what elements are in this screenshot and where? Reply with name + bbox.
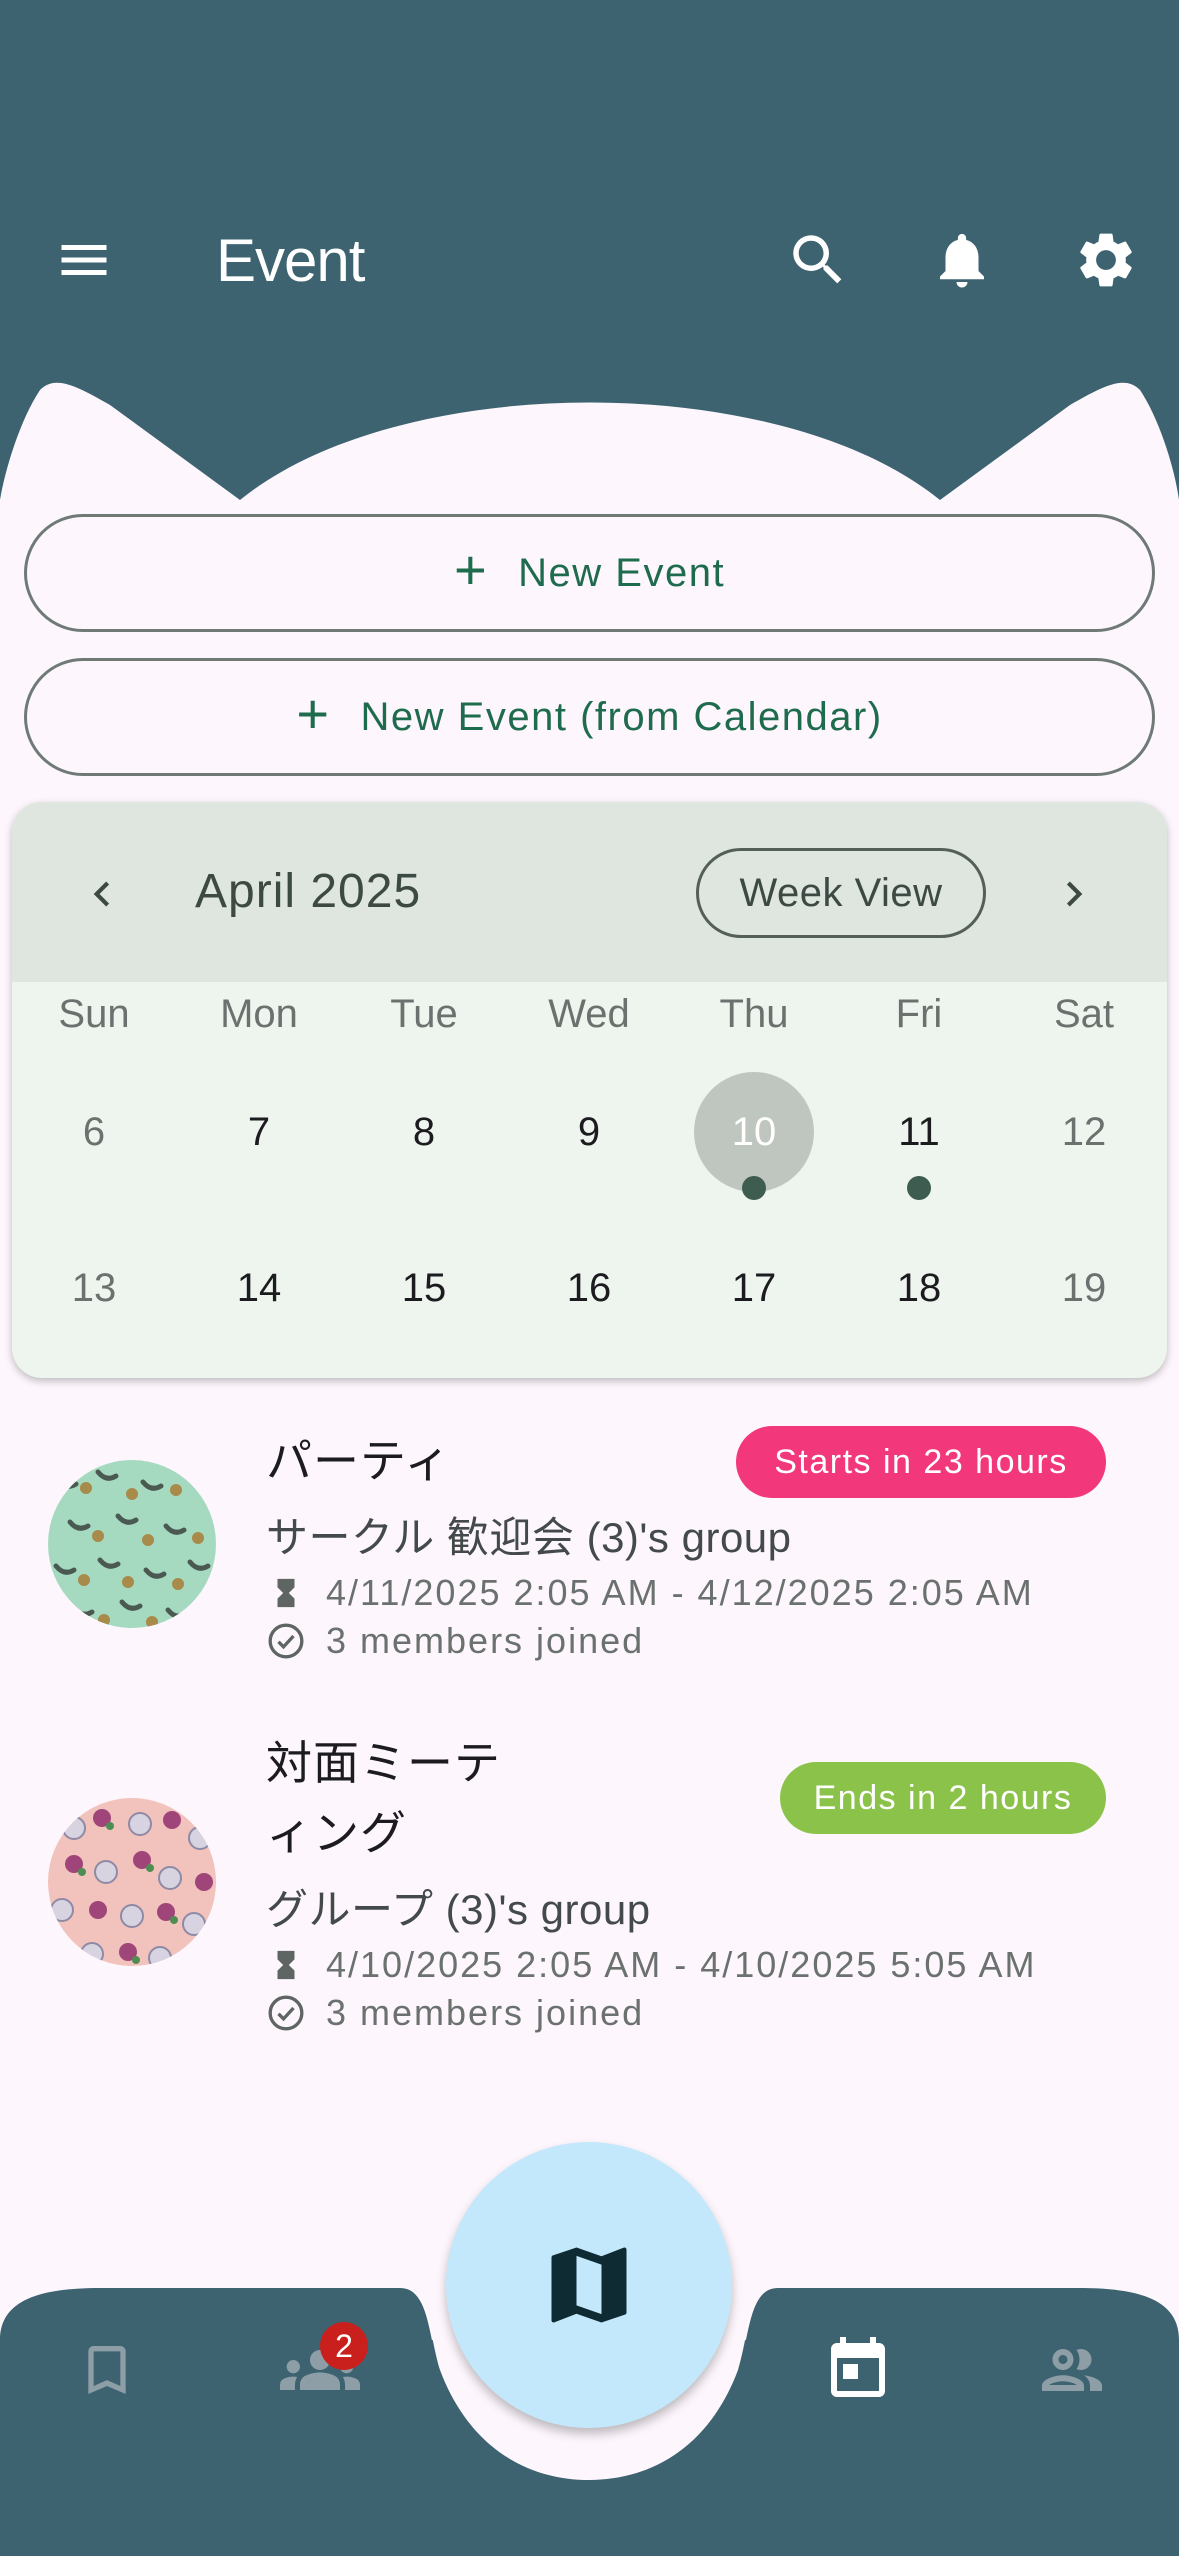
calendar-day[interactable]: 8 [364, 1072, 484, 1192]
plus-icon: + [296, 682, 331, 745]
new-event-from-calendar-button[interactable]: + New Event (from Calendar) [24, 658, 1155, 776]
event-dot [742, 1176, 766, 1200]
menu-icon[interactable] [44, 220, 124, 300]
app-bar: Event [0, 190, 1179, 330]
calendar-icon[interactable] [808, 2320, 908, 2420]
event-group: グループ (3)'s group [266, 1886, 651, 1933]
event-time-row: 4/10/2025 2:05 AM - 4/10/2025 5:05 AM [266, 1944, 1036, 1986]
map-icon [551, 2247, 627, 2323]
weekday-tue: Tue [390, 992, 458, 1036]
calendar-day[interactable]: 6 [34, 1072, 154, 1192]
chevron-right-icon[interactable] [1034, 854, 1114, 934]
event-title: 対面ミーテ [266, 1737, 501, 1789]
weekday-mon: Mon [220, 992, 298, 1036]
event-members: 3 members joined [326, 1992, 645, 2033]
event-time: 4/10/2025 2:05 AM - 4/10/2025 5:05 AM [326, 1944, 1037, 1985]
calendar-day[interactable]: 13 [34, 1228, 154, 1348]
status-badge: Ends in 2 hours [780, 1762, 1106, 1834]
people-icon[interactable] [1022, 2320, 1122, 2420]
calendar-day[interactable]: 15 [364, 1228, 484, 1348]
calendar-day-today[interactable]: 10 [694, 1072, 814, 1192]
event-title: パーティ [266, 1435, 452, 1487]
event-dot [907, 1176, 931, 1200]
search-icon[interactable] [778, 220, 858, 300]
calendar-day[interactable]: 19 [1024, 1228, 1144, 1348]
new-event-button[interactable]: + New Event [24, 514, 1155, 632]
hourglass-icon [266, 1945, 306, 1985]
new-event-calendar-label: New Event (from Calendar) [360, 694, 883, 739]
calendar-day[interactable]: 11 [859, 1072, 979, 1192]
event-members-row: 3 members joined [266, 1620, 644, 1662]
calendar-day[interactable]: 18 [859, 1228, 979, 1348]
hourglass-icon [266, 1573, 306, 1613]
calendar-day[interactable]: 16 [529, 1228, 649, 1348]
check-circle-icon [266, 1621, 306, 1661]
weekday-sat: Sat [1053, 992, 1115, 1036]
status-badge: Starts in 23 hours [736, 1426, 1106, 1498]
weekday-thu: Thu [719, 992, 789, 1036]
calendar-day[interactable]: 14 [199, 1228, 319, 1348]
map-button[interactable] [446, 2142, 732, 2428]
weekday-wed: Wed [548, 992, 630, 1036]
calendar-month: April 2025 [195, 865, 422, 918]
event-group: サークル 歓迎会 (3)'s group [266, 1514, 792, 1561]
calendar-day[interactable]: 9 [529, 1072, 649, 1192]
new-event-label: New Event [518, 550, 726, 595]
bell-icon[interactable] [922, 220, 1002, 300]
chevron-left-icon[interactable] [62, 854, 142, 934]
weekday-fri: Fri [895, 992, 943, 1036]
event-avatar [48, 1798, 216, 1966]
event-time: 4/11/2025 2:05 AM - 4/12/2025 2:05 AM [326, 1572, 1034, 1613]
calendar-day[interactable]: 7 [199, 1072, 319, 1192]
calendar-header: April 2025 Week View [12, 802, 1167, 982]
event-members-row: 3 members joined [266, 1992, 644, 2034]
gear-icon[interactable] [1066, 220, 1146, 300]
check-circle-icon [266, 1993, 306, 2033]
calendar-card: April 2025 Week View Sun Mon Tue Wed Thu… [12, 802, 1167, 1378]
page-title: Event [216, 227, 365, 294]
calendar-day[interactable]: 12 [1024, 1072, 1144, 1192]
event-members: 3 members joined [326, 1620, 645, 1661]
bookmark-icon[interactable] [57, 2320, 157, 2420]
event-avatar [48, 1460, 216, 1628]
calendar-day[interactable]: 17 [694, 1228, 814, 1348]
notification-badge: 2 [320, 2322, 368, 2370]
plus-icon: + [453, 538, 489, 601]
weekday-sun: Sun [58, 992, 130, 1036]
event-time-row: 4/11/2025 2:05 AM - 4/12/2025 2:05 AM [266, 1572, 1034, 1614]
event-title-continued: ィング [266, 1807, 407, 1859]
week-view-button[interactable]: Week View [696, 848, 986, 938]
